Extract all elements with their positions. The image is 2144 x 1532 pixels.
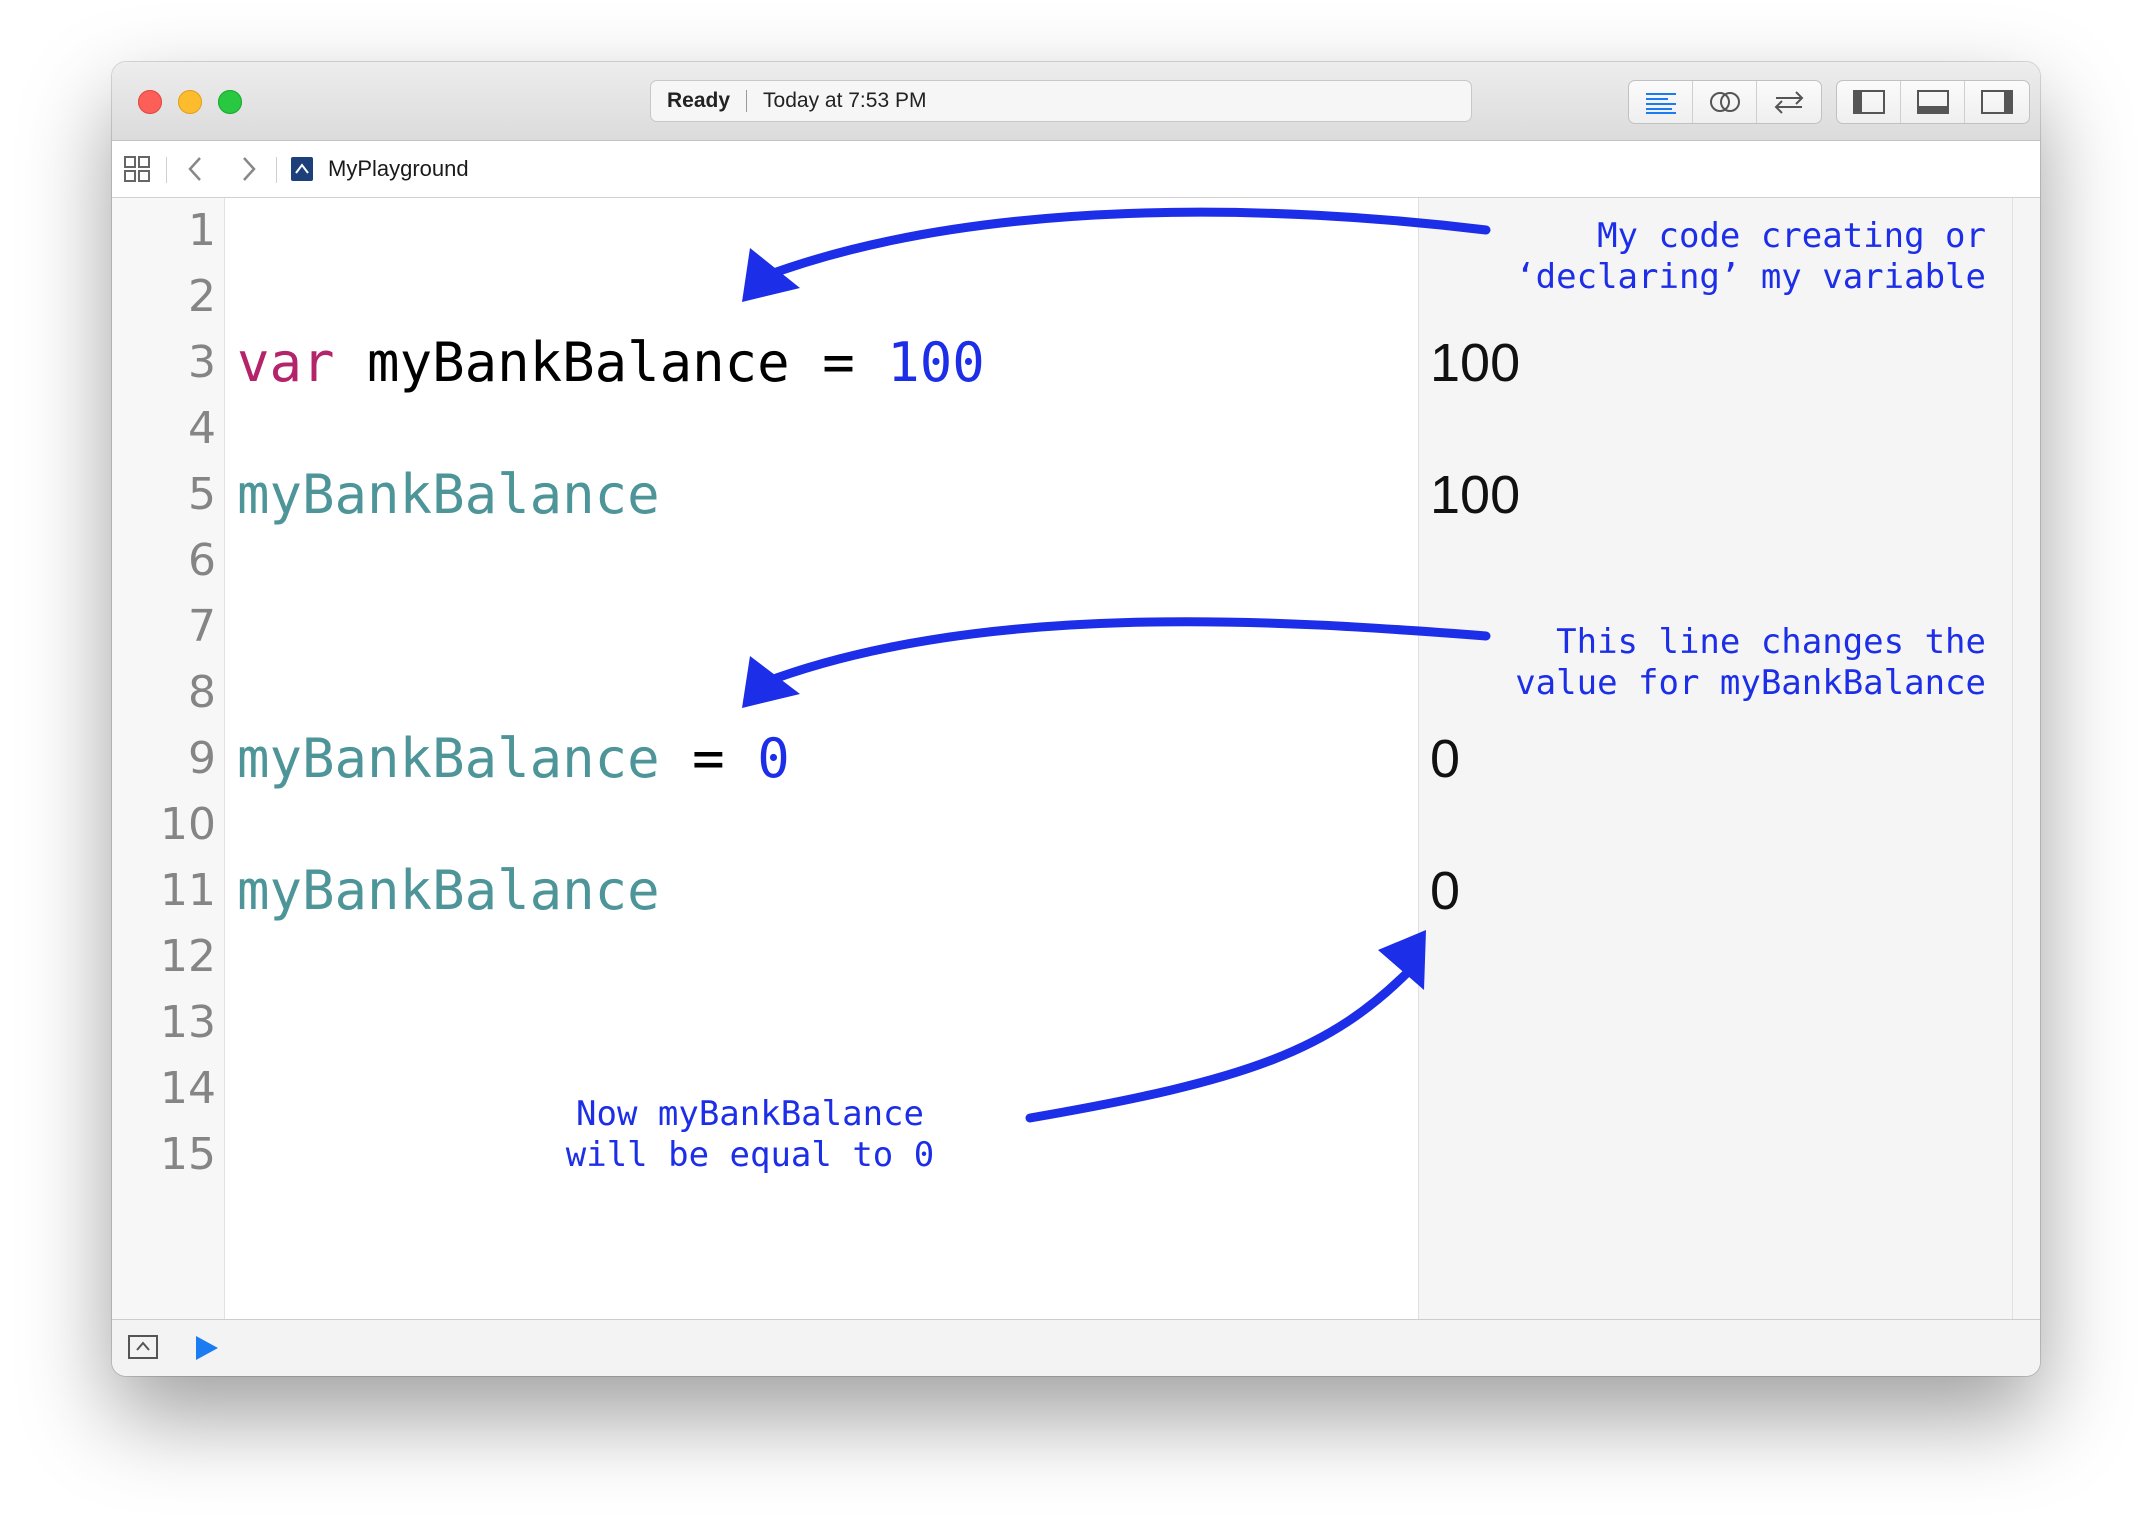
- hand-drawn-arrow-icon: [755, 207, 1491, 283]
- annotation-declaring: My code creating or ‘declaring’ my varia…: [1515, 216, 1986, 297]
- arrowhead-icon: [742, 248, 800, 302]
- annotation-now-zero: Now myBankBalance will be equal to 0: [565, 1094, 935, 1175]
- arrowhead-icon: [742, 656, 800, 708]
- annotation-change: This line changes the value for myBankBa…: [1515, 622, 1986, 703]
- hand-drawn-arrow-icon: [1025, 965, 1415, 1123]
- hand-drawn-arrow-icon: [755, 617, 1491, 689]
